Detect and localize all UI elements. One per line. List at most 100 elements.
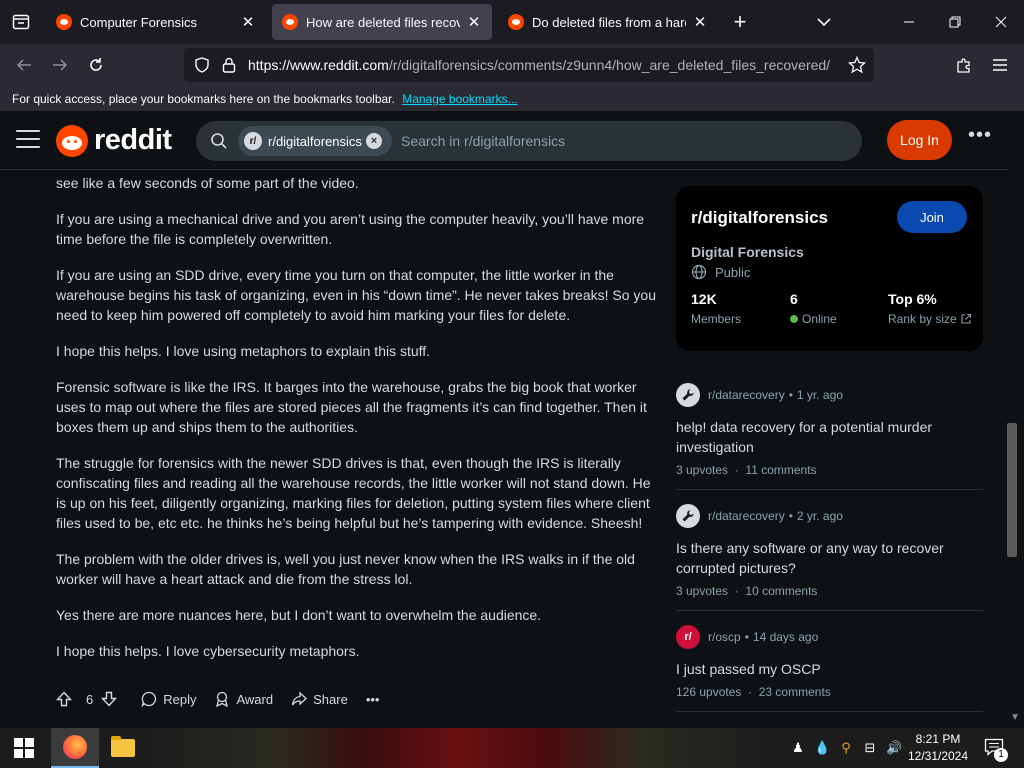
reply-button[interactable]: Reply	[141, 691, 196, 707]
windows-start-icon[interactable]	[14, 738, 34, 758]
restore-button[interactable]	[932, 0, 978, 44]
globe-icon	[691, 264, 707, 280]
comment-more-options-button[interactable]: •••	[366, 692, 380, 707]
stat-label: Members	[691, 312, 742, 326]
comment-paragraph: I hope this helps. I love using metaphor…	[56, 343, 431, 359]
taskbar-file-explorer[interactable]	[99, 728, 147, 768]
related-subreddit[interactable]: r/oscp	[708, 630, 741, 644]
forward-button[interactable]	[44, 49, 76, 81]
forward-arrow-icon	[53, 59, 68, 71]
related-post-meta: r/datarecovery • 1 yr. ago	[676, 383, 983, 407]
back-arrow-icon	[16, 59, 31, 71]
close-window-button[interactable]	[978, 0, 1024, 44]
subreddit-search-chip[interactable]: r/ r/digitalforensics ×	[238, 126, 392, 156]
community-visibility: Public	[691, 264, 750, 280]
subreddit-icon: r/	[676, 625, 700, 649]
search-input[interactable]: Search in r/digitalforensics	[401, 133, 565, 149]
notification-count-badge: 1	[994, 748, 1008, 762]
related-post[interactable]: r/datarecovery • 2 yr. ago Is there any …	[676, 504, 983, 611]
extensions-button[interactable]	[948, 49, 980, 81]
network-people-icon[interactable]: ♟	[790, 740, 806, 756]
reddit-menu-button[interactable]	[16, 130, 40, 150]
firefox-view-icon	[12, 14, 30, 30]
related-title[interactable]: help! data recovery for a potential murd…	[676, 417, 983, 457]
tracking-protection-shield-icon[interactable]	[194, 57, 210, 73]
search-bar[interactable]: r/ r/digitalforensics × Search in r/digi…	[196, 121, 862, 161]
comment-paragraph: The struggle for forensics with the newe…	[56, 455, 651, 531]
firefox-view-button[interactable]	[0, 0, 42, 44]
reddit-snoo-icon	[56, 124, 88, 157]
url-text[interactable]: https://www.reddit.com/r/digitalforensic…	[248, 57, 830, 73]
reddit-wordmark: reddit	[94, 124, 172, 156]
related-post[interactable]: r/datarecovery • 1 yr. ago help! data re…	[676, 383, 983, 490]
related-post[interactable]: r/ r/oscp • 14 days ago I just passed my…	[676, 625, 983, 712]
firefox-icon	[63, 735, 87, 759]
community-info-card: r/digitalforensics Join Digital Forensic…	[676, 186, 983, 351]
award-label: Award	[236, 691, 274, 707]
minimize-button[interactable]	[886, 0, 932, 44]
scroll-down-arrow-icon[interactable]: ▼	[1010, 712, 1022, 724]
comment-paragraph: If you are using a mechanical drive and …	[56, 211, 645, 247]
taskbar-clock[interactable]: 8:21 PM 12/31/2024	[900, 731, 976, 765]
page-scrollbar-thumb[interactable]	[1007, 423, 1017, 557]
close-tab-icon[interactable]: ✕	[692, 14, 708, 31]
manage-bookmarks-link[interactable]: Manage bookmarks...	[402, 92, 517, 106]
related-upvotes: 3 upvotes	[676, 584, 729, 598]
lock-icon[interactable]	[222, 57, 236, 73]
related-upvotes: 3 upvotes	[676, 463, 729, 477]
related-subreddit[interactable]: r/datarecovery	[708, 509, 785, 523]
chip-label: r/digitalforensics	[268, 133, 362, 149]
login-button[interactable]: Log In	[887, 120, 952, 160]
reddit-favicon-icon	[56, 14, 72, 30]
clear-chip-icon[interactable]: ×	[366, 133, 382, 149]
related-subreddit[interactable]: r/datarecovery	[708, 388, 785, 402]
page-scrollbar-track[interactable]	[1008, 112, 1024, 728]
url-bar[interactable]: https://www.reddit.com/r/digitalforensic…	[184, 48, 874, 82]
new-tab-button[interactable]: +	[724, 6, 756, 38]
taskbar-firefox[interactable]	[51, 728, 99, 768]
reddit-logo[interactable]: reddit	[56, 124, 172, 157]
stat-label-row[interactable]: Rank by size	[888, 312, 972, 326]
award-button[interactable]: Award	[214, 691, 273, 707]
share-arrow-icon	[291, 691, 308, 706]
rank-stat: Top 6% Rank by size	[888, 291, 972, 326]
browser-tab-active[interactable]: How are deleted files recovered ✕	[272, 4, 492, 40]
reddit-header: reddit r/ r/digitalforensics × Search in…	[0, 112, 1010, 170]
related-title[interactable]: Is there any software or any way to reco…	[676, 538, 983, 578]
related-title[interactable]: I just passed my OSCP	[676, 659, 983, 679]
browser-tab[interactable]: Do deleted files from a hard dri ✕	[498, 4, 718, 40]
reload-button[interactable]	[80, 49, 112, 81]
meta-dot: •	[788, 388, 793, 402]
downvote-button[interactable]	[101, 691, 123, 707]
related-comments: 23 comments	[758, 685, 831, 699]
vote-count: 6	[86, 691, 94, 707]
back-button[interactable]	[8, 49, 40, 81]
tab-title: Do deleted files from a hard dri	[532, 14, 686, 30]
visibility-label: Public	[715, 264, 751, 280]
close-tab-icon[interactable]: ✕	[240, 14, 256, 31]
community-name[interactable]: r/digitalforensics	[691, 208, 828, 228]
browser-tab[interactable]: Computer Forensics ✕	[46, 4, 266, 40]
stat-label: Online	[802, 312, 837, 326]
stat-label-row: Online	[790, 312, 837, 326]
join-button[interactable]: Join	[897, 201, 967, 233]
stats-separator: ·	[744, 685, 756, 699]
url-base: https://www.reddit.com	[248, 57, 389, 73]
more-options-button[interactable]: •••	[966, 125, 994, 152]
close-tab-icon[interactable]: ✕	[466, 14, 482, 31]
bookmark-star-icon[interactable]	[848, 56, 866, 74]
app-menu-button[interactable]	[984, 49, 1016, 81]
upvote-button[interactable]	[56, 691, 78, 707]
share-button[interactable]: Share	[291, 691, 348, 707]
tab-strip: Computer Forensics ✕ How are deleted fil…	[0, 0, 1024, 44]
subreddit-icon: r/	[244, 132, 262, 150]
divider	[676, 610, 983, 611]
network-icon[interactable]: ⊟	[862, 740, 878, 756]
bookmarks-message: For quick access, place your bookmarks h…	[12, 92, 395, 106]
hamburger-menu-icon	[993, 59, 1007, 71]
list-all-tabs-button[interactable]	[814, 12, 834, 32]
stats-separator: ·	[731, 584, 743, 598]
magnifier-tray-icon[interactable]: ⚲	[838, 740, 854, 756]
puzzle-icon	[957, 58, 970, 73]
droplet-icon[interactable]: 💧	[814, 740, 830, 756]
